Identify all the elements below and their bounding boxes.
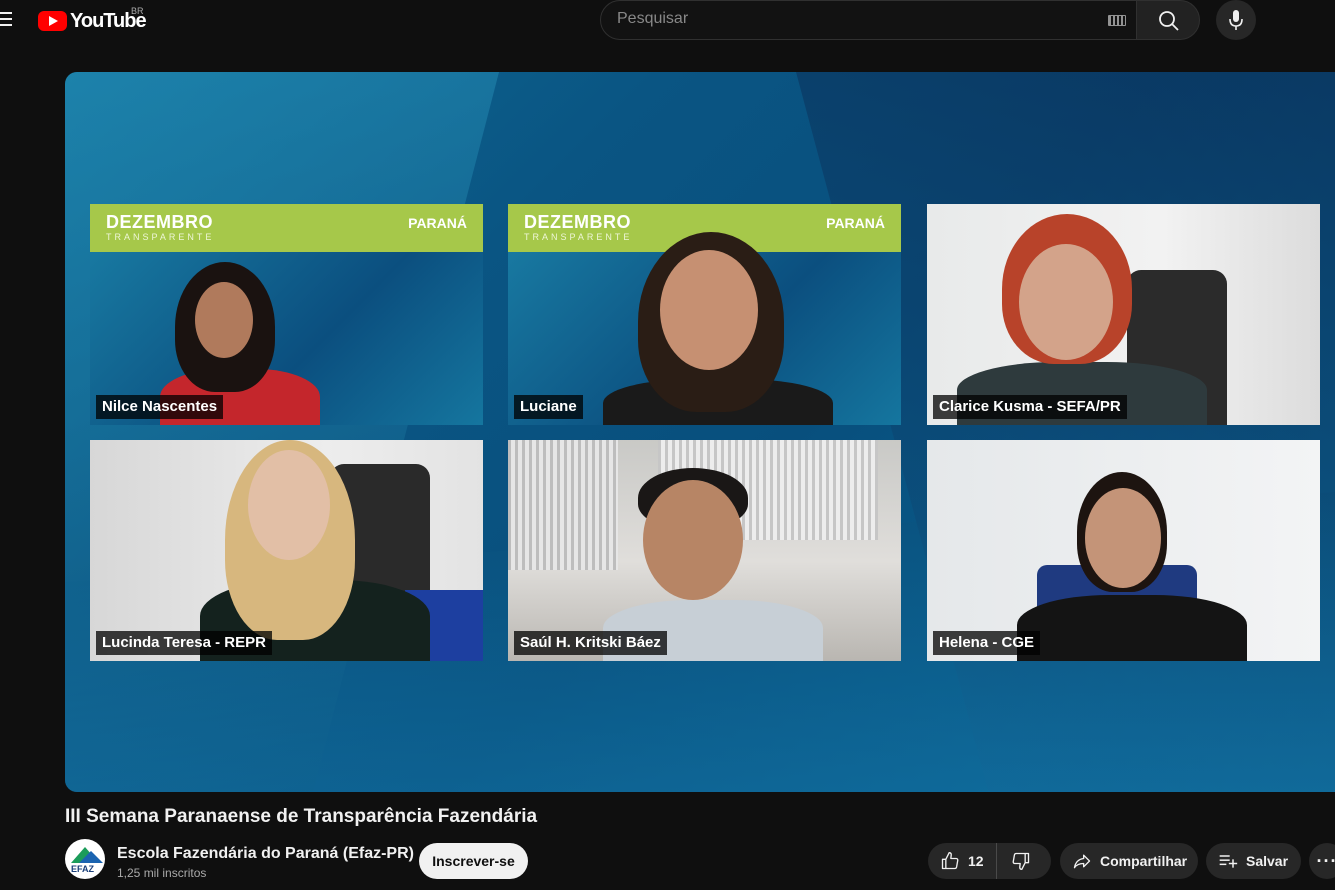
- thumbs-down-icon: [1012, 852, 1029, 870]
- video-player[interactable]: DEZEMBRO TRANSPARENTE PARANÁ Nilce Nasce…: [65, 72, 1335, 792]
- voice-search-button[interactable]: [1216, 0, 1256, 40]
- person-face: [643, 480, 743, 600]
- video-title: III Semana Paranaense de Transparência F…: [65, 806, 538, 827]
- participant-tile: Helena - CGE: [927, 440, 1320, 661]
- youtube-logo[interactable]: YouTube: [38, 9, 147, 33]
- save-button[interactable]: Salvar: [1206, 843, 1301, 879]
- banner-title: DEZEMBRO: [524, 212, 631, 232]
- person-face: [248, 450, 330, 560]
- like-button[interactable]: 12: [928, 843, 997, 879]
- channel-avatar[interactable]: EFAZ: [65, 839, 105, 879]
- channel-name[interactable]: Escola Fazendária do Paraná (Efaz-PR): [117, 845, 414, 863]
- participant-tile: DEZEMBRO TRANSPARENTE PARANÁ Nilce Nasce…: [90, 204, 483, 425]
- dislike-button[interactable]: [997, 843, 1045, 879]
- microphone-icon: [1229, 10, 1243, 30]
- youtube-play-icon: [38, 11, 67, 31]
- participant-tile: DEZEMBRO TRANSPARENTE PARANÁ Luciane: [508, 204, 901, 425]
- person-face: [1085, 488, 1161, 588]
- subscribe-button[interactable]: Inscrever-se: [419, 843, 528, 879]
- thumbs-up-icon: [941, 852, 959, 870]
- person-face: [660, 250, 758, 370]
- banner-brand: PARANÁ: [408, 215, 467, 231]
- person-face: [1019, 244, 1113, 360]
- logo-shape: [79, 851, 103, 863]
- search-input[interactable]: [617, 10, 1087, 28]
- participant-tile: Lucinda Teresa - REPR: [90, 440, 483, 661]
- like-dislike-group: 12: [928, 843, 1051, 879]
- event-banner: DEZEMBRO TRANSPARENTE PARANÁ: [90, 204, 483, 252]
- search-button[interactable]: [1136, 0, 1200, 40]
- avatar-text: EFAZ: [71, 864, 95, 874]
- window-blinds: [508, 440, 618, 570]
- share-label: Compartilhar: [1100, 853, 1188, 869]
- share-icon: [1073, 854, 1091, 869]
- keyboard-icon[interactable]: [1108, 15, 1126, 26]
- menu-icon[interactable]: [0, 12, 14, 28]
- country-code: BR: [131, 6, 144, 16]
- search-box: [600, 0, 1137, 40]
- banner-subtitle: TRANSPARENTE: [106, 232, 215, 242]
- more-icon: ···: [1316, 850, 1335, 871]
- more-actions-button[interactable]: ···: [1309, 843, 1335, 879]
- banner-title: DEZEMBRO: [106, 212, 213, 232]
- banner-subtitle: TRANSPARENTE: [524, 232, 633, 242]
- participant-tile: Clarice Kusma - SEFA/PR: [927, 204, 1320, 425]
- participant-name: Helena - CGE: [933, 631, 1041, 655]
- search-icon: [1159, 11, 1179, 31]
- participant-name: Clarice Kusma - SEFA/PR: [933, 395, 1127, 419]
- subscriber-count: 1,25 mil inscritos: [117, 866, 207, 880]
- person-body: [1017, 595, 1247, 661]
- participant-name: Luciane: [514, 395, 583, 419]
- save-label: Salvar: [1246, 853, 1289, 869]
- add-to-playlist-icon: [1219, 855, 1238, 868]
- person-face: [195, 282, 253, 358]
- top-bar: YouTube BR: [0, 0, 1335, 44]
- participant-name: Lucinda Teresa - REPR: [96, 631, 272, 655]
- banner-brand: PARANÁ: [826, 215, 885, 231]
- participant-name: Nilce Nascentes: [96, 395, 224, 419]
- like-count: 12: [968, 853, 984, 869]
- participant-name: Saúl H. Kritski Báez: [514, 631, 667, 655]
- share-button[interactable]: Compartilhar: [1060, 843, 1198, 879]
- participant-tile: Saúl H. Kritski Báez: [508, 440, 901, 661]
